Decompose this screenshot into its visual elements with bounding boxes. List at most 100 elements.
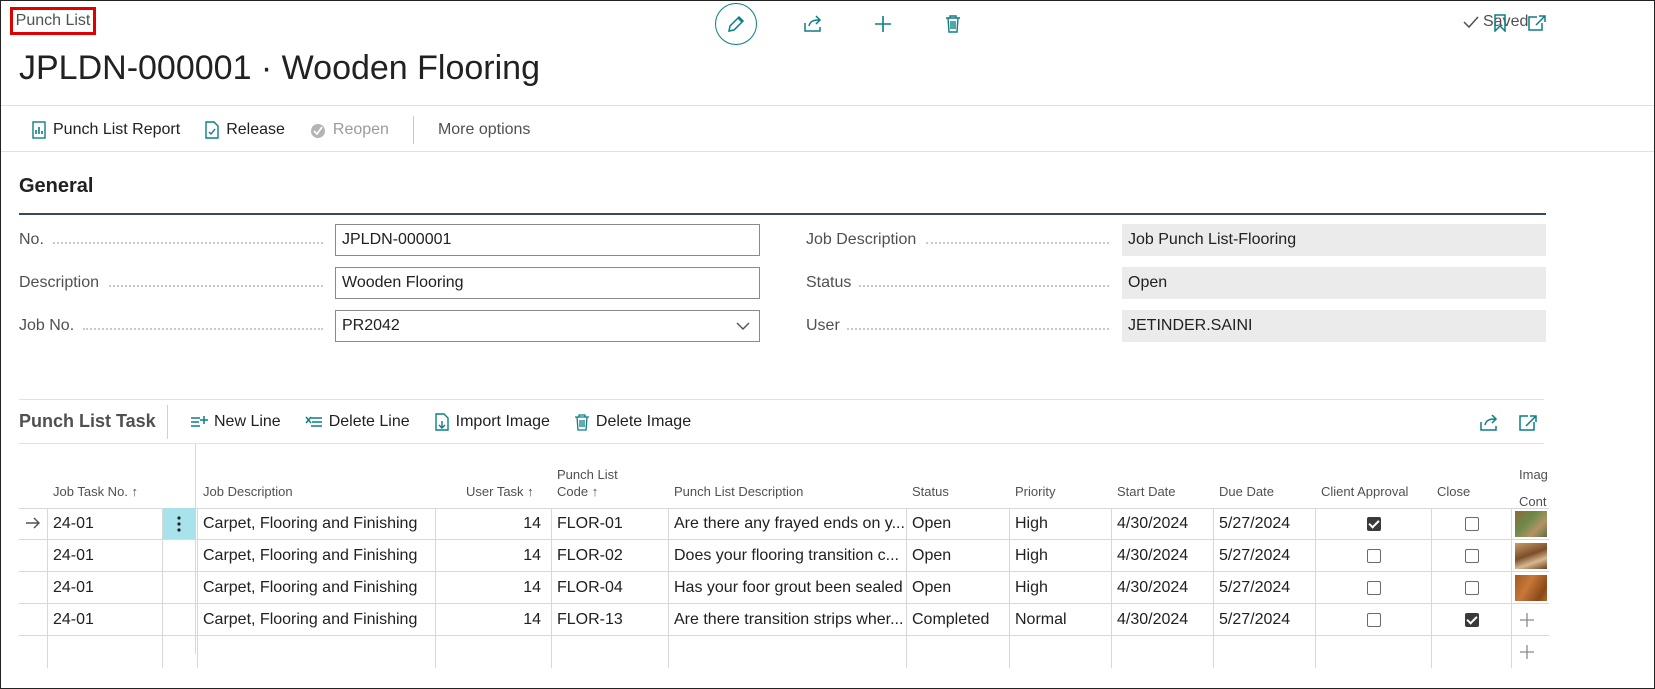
cell-status[interactable]: Open [906, 540, 1009, 572]
cell-border [551, 636, 552, 668]
client-approval-checkbox[interactable] [1367, 517, 1381, 531]
table-row[interactable]: 24-01 Carpet, Flooring and Finishing 14 FLO… [19, 604, 1654, 636]
cell-user-task[interactable]: 14 [435, 508, 551, 540]
cell-punch-list-code[interactable]: FLOR-01 [551, 508, 668, 540]
cell-due-date[interactable]: 5/27/2024 [1213, 604, 1315, 636]
cell-punch-list-description[interactable]: Are there any frayed ends on y... [668, 508, 906, 540]
cell-priority[interactable]: Normal [1009, 604, 1111, 636]
cell-status[interactable]: Completed [906, 604, 1009, 636]
bookmark-button[interactable] [1489, 11, 1511, 35]
expand-part-button[interactable] [1517, 411, 1539, 435]
cell-job-task-no[interactable]: 24-01 [47, 508, 162, 540]
delete-button[interactable] [939, 10, 967, 38]
col-image[interactable]: Imag Cont [1519, 466, 1548, 510]
cell-status[interactable]: Open [906, 572, 1009, 604]
cell-border [1511, 636, 1512, 668]
col-job-description[interactable]: Job Description [203, 483, 293, 500]
add-image-icon[interactable] [1519, 644, 1535, 665]
col-due-date[interactable]: Due Date [1219, 483, 1274, 500]
more-options-button[interactable]: More options [438, 121, 531, 139]
reopen-button[interactable]: Reopen [309, 121, 389, 139]
col-priority[interactable]: Priority [1015, 483, 1055, 500]
cell-start-date[interactable]: 4/30/2024 [1111, 604, 1213, 636]
col-user-task[interactable]: User Task ↑ [466, 483, 534, 500]
cell-border [1315, 508, 1316, 540]
client-approval-checkbox[interactable] [1367, 581, 1381, 595]
close-checkbox[interactable] [1465, 549, 1479, 563]
cell-job-task-no[interactable]: 24-01 [47, 572, 162, 604]
new-button[interactable] [869, 10, 897, 38]
share-part-button[interactable] [1478, 411, 1500, 435]
cell-status[interactable]: Open [906, 508, 1009, 540]
cell-priority[interactable]: High [1009, 540, 1111, 572]
breadcrumb[interactable]: Punch List [10, 7, 96, 35]
row-menu-button[interactable] [162, 508, 196, 540]
cell-priority[interactable]: High [1009, 572, 1111, 604]
cell-user-task[interactable]: 14 [435, 540, 551, 572]
import-image-button[interactable]: Import Image [434, 413, 550, 431]
punch-list-task-title[interactable]: Punch List Task [19, 411, 156, 432]
col-close[interactable]: Close [1437, 483, 1470, 500]
cell-start-date[interactable]: 4/30/2024 [1111, 540, 1213, 572]
cell-job-description[interactable]: Carpet, Flooring and Finishing [197, 540, 435, 572]
user-field: JETINDER.SAINI [1122, 310, 1546, 342]
action-separator [412, 116, 414, 144]
client-approval-checkbox[interactable] [1367, 613, 1381, 627]
share-button[interactable] [799, 10, 827, 38]
cell-start-date[interactable]: 4/30/2024 [1111, 572, 1213, 604]
col-punch-list-code[interactable]: Punch List Code ↑ [557, 466, 618, 500]
cell-due-date[interactable]: 5/27/2024 [1213, 540, 1315, 572]
cell-border [551, 604, 552, 636]
col-punch-list-description[interactable]: Punch List Description [674, 483, 803, 500]
cell-border [1511, 540, 1512, 572]
add-image-icon[interactable] [1519, 612, 1535, 633]
delete-line-button[interactable]: Delete Line [305, 413, 410, 431]
table-row[interactable]: 24-01 Carpet, Flooring and Finishing 14 FLO… [19, 540, 1654, 572]
client-approval-checkbox[interactable] [1367, 549, 1381, 563]
new-line-button[interactable]: New Line [190, 413, 281, 431]
table-row[interactable]: 24-01 Carpet, Flooring and Finishing 14 FLO… [19, 572, 1654, 604]
cell-user-task[interactable]: 14 [435, 604, 551, 636]
cell-job-task-no[interactable]: 24-01 [47, 540, 162, 572]
col-client-approval[interactable]: Client Approval [1321, 483, 1408, 500]
punch-list-report-button[interactable]: Punch List Report [31, 121, 180, 139]
cell-due-date[interactable]: 5/27/2024 [1213, 508, 1315, 540]
no-field[interactable]: JPLDN-000001 [335, 224, 760, 256]
close-checkbox[interactable] [1465, 517, 1479, 531]
close-checkbox[interactable] [1465, 581, 1479, 595]
cell-job-task-no[interactable]: 24-01 [47, 604, 162, 636]
delete-image-button[interactable]: Delete Image [574, 413, 691, 431]
cell-job-description[interactable]: Carpet, Flooring and Finishing [197, 572, 435, 604]
cell-border [906, 572, 907, 604]
edit-button[interactable] [715, 3, 757, 45]
cell-punch-list-code[interactable]: FLOR-04 [551, 572, 668, 604]
release-button[interactable]: Release [204, 121, 285, 139]
general-section-title[interactable]: General [19, 175, 93, 198]
cell-punch-list-code[interactable]: FLOR-13 [551, 604, 668, 636]
expand-icon [1519, 415, 1537, 431]
job-no-value: PR2042 [342, 317, 400, 334]
job-no-select[interactable]: PR2042 [335, 310, 760, 342]
cell-job-description[interactable]: Carpet, Flooring and Finishing [197, 508, 435, 540]
image-thumbnail[interactable] [1515, 543, 1547, 569]
cell-due-date[interactable]: 5/27/2024 [1213, 572, 1315, 604]
col-start-date[interactable]: Start Date [1117, 483, 1176, 500]
cell-job-description[interactable]: Carpet, Flooring and Finishing [197, 604, 435, 636]
col-job-task-no[interactable]: Job Task No. ↑ [53, 483, 138, 500]
cell-punch-list-description[interactable]: Has your foor grout been sealed [668, 572, 906, 604]
cell-start-date[interactable]: 4/30/2024 [1111, 508, 1213, 540]
description-field[interactable]: Wooden Flooring [335, 267, 760, 299]
cell-punch-list-code[interactable]: FLOR-02 [551, 540, 668, 572]
new-line-icon [191, 416, 208, 427]
col-status[interactable]: Status [912, 483, 949, 500]
table-row[interactable]: 24-01 Carpet, Flooring and Finishing 14 FLO… [19, 508, 1654, 540]
open-new-window-button[interactable] [1526, 11, 1548, 35]
cell-punch-list-description[interactable]: Does your flooring transition c... [668, 540, 906, 572]
image-thumbnail[interactable] [1515, 575, 1547, 601]
cell-priority[interactable]: High [1009, 508, 1111, 540]
cell-user-task[interactable]: 14 [435, 572, 551, 604]
image-thumbnail[interactable] [1515, 511, 1547, 537]
close-checkbox[interactable] [1465, 613, 1479, 627]
cell-punch-list-description[interactable]: Are there transition strips wher... [668, 604, 906, 636]
new-empty-row[interactable] [19, 636, 1654, 668]
